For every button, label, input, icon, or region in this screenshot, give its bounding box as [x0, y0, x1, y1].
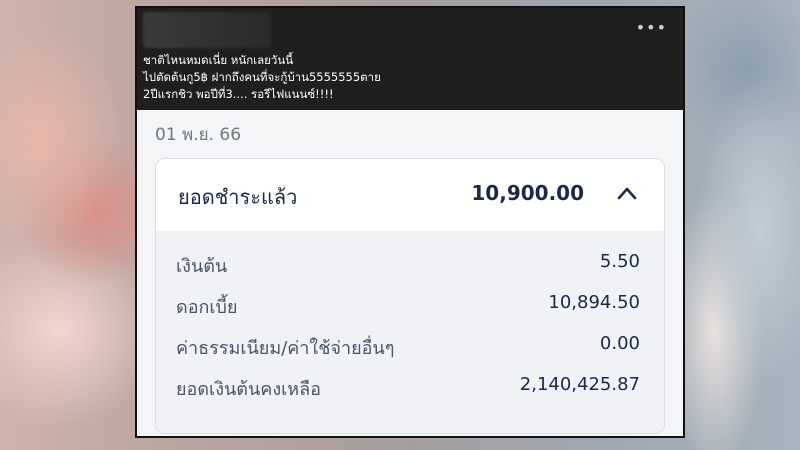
chevron-up-icon[interactable]: [616, 185, 638, 201]
breakdown-row-interest: ดอกเบี้ย 10,894.50: [176, 292, 640, 320]
caption-line: ชาติไหนหมดเนี่ย หนักเลยวันนี้: [143, 53, 294, 67]
post-caption: ชาติไหนหมดเนี่ย หนักเลยวันนี้ ไปตัดต้นกู…: [143, 52, 381, 103]
row-value: 10,894.50: [548, 292, 640, 313]
row-value: 0.00: [599, 333, 640, 354]
caption-line: ไปตัดต้นกู5฿ ฝากถึงคนที่จะกู้บ้าน5555555…: [143, 70, 381, 84]
breakdown-row-remaining-principal: ยอดเงินต้นคงเหลือ 2,140,425.87: [176, 374, 640, 402]
paid-label: ยอดชำระแล้ว: [178, 185, 298, 209]
post-header: ••• ชาติไหนหมดเนี่ย หนักเลยวันนี้ ไปตัดต…: [137, 8, 683, 110]
breakdown-row-fees: ค่าธรรมเนียม/ค่าใช้จ่ายอื่นๆ 0.00: [176, 333, 640, 361]
payment-breakdown: เงินต้น 5.50 ดอกเบี้ย 10,894.50 ค่าธรรมเ…: [156, 231, 664, 433]
caption-line: 2ปีแรกชิว พอปีที่3.... รอรีไฟแนนซ์!!!!: [143, 87, 334, 101]
more-horizontal-icon[interactable]: •••: [636, 18, 667, 37]
redacted-author-area: [143, 12, 271, 48]
payment-card-header[interactable]: ยอดชำระแล้ว 10,900.00: [156, 159, 664, 232]
row-label: เงินต้น: [176, 256, 228, 277]
row-value: 2,140,425.87: [519, 374, 640, 395]
statement-date: 01 พ.ย. 66: [155, 125, 242, 145]
payment-card: ยอดชำระแล้ว 10,900.00 เงินต้น 5.50 ดอกเบ…: [155, 158, 665, 434]
breakdown-row-principal: เงินต้น 5.50: [176, 251, 640, 279]
row-label: ค่าธรรมเนียม/ค่าใช้จ่ายอื่นๆ: [176, 338, 395, 359]
social-post: ••• ชาติไหนหมดเนี่ย หนักเลยวันนี้ ไปตัดต…: [135, 6, 685, 438]
paid-amount: 10,900.00: [471, 181, 584, 205]
row-label: ยอดเงินต้นคงเหลือ: [176, 379, 321, 400]
row-value: 5.50: [599, 251, 640, 272]
row-label: ดอกเบี้ย: [176, 297, 238, 318]
